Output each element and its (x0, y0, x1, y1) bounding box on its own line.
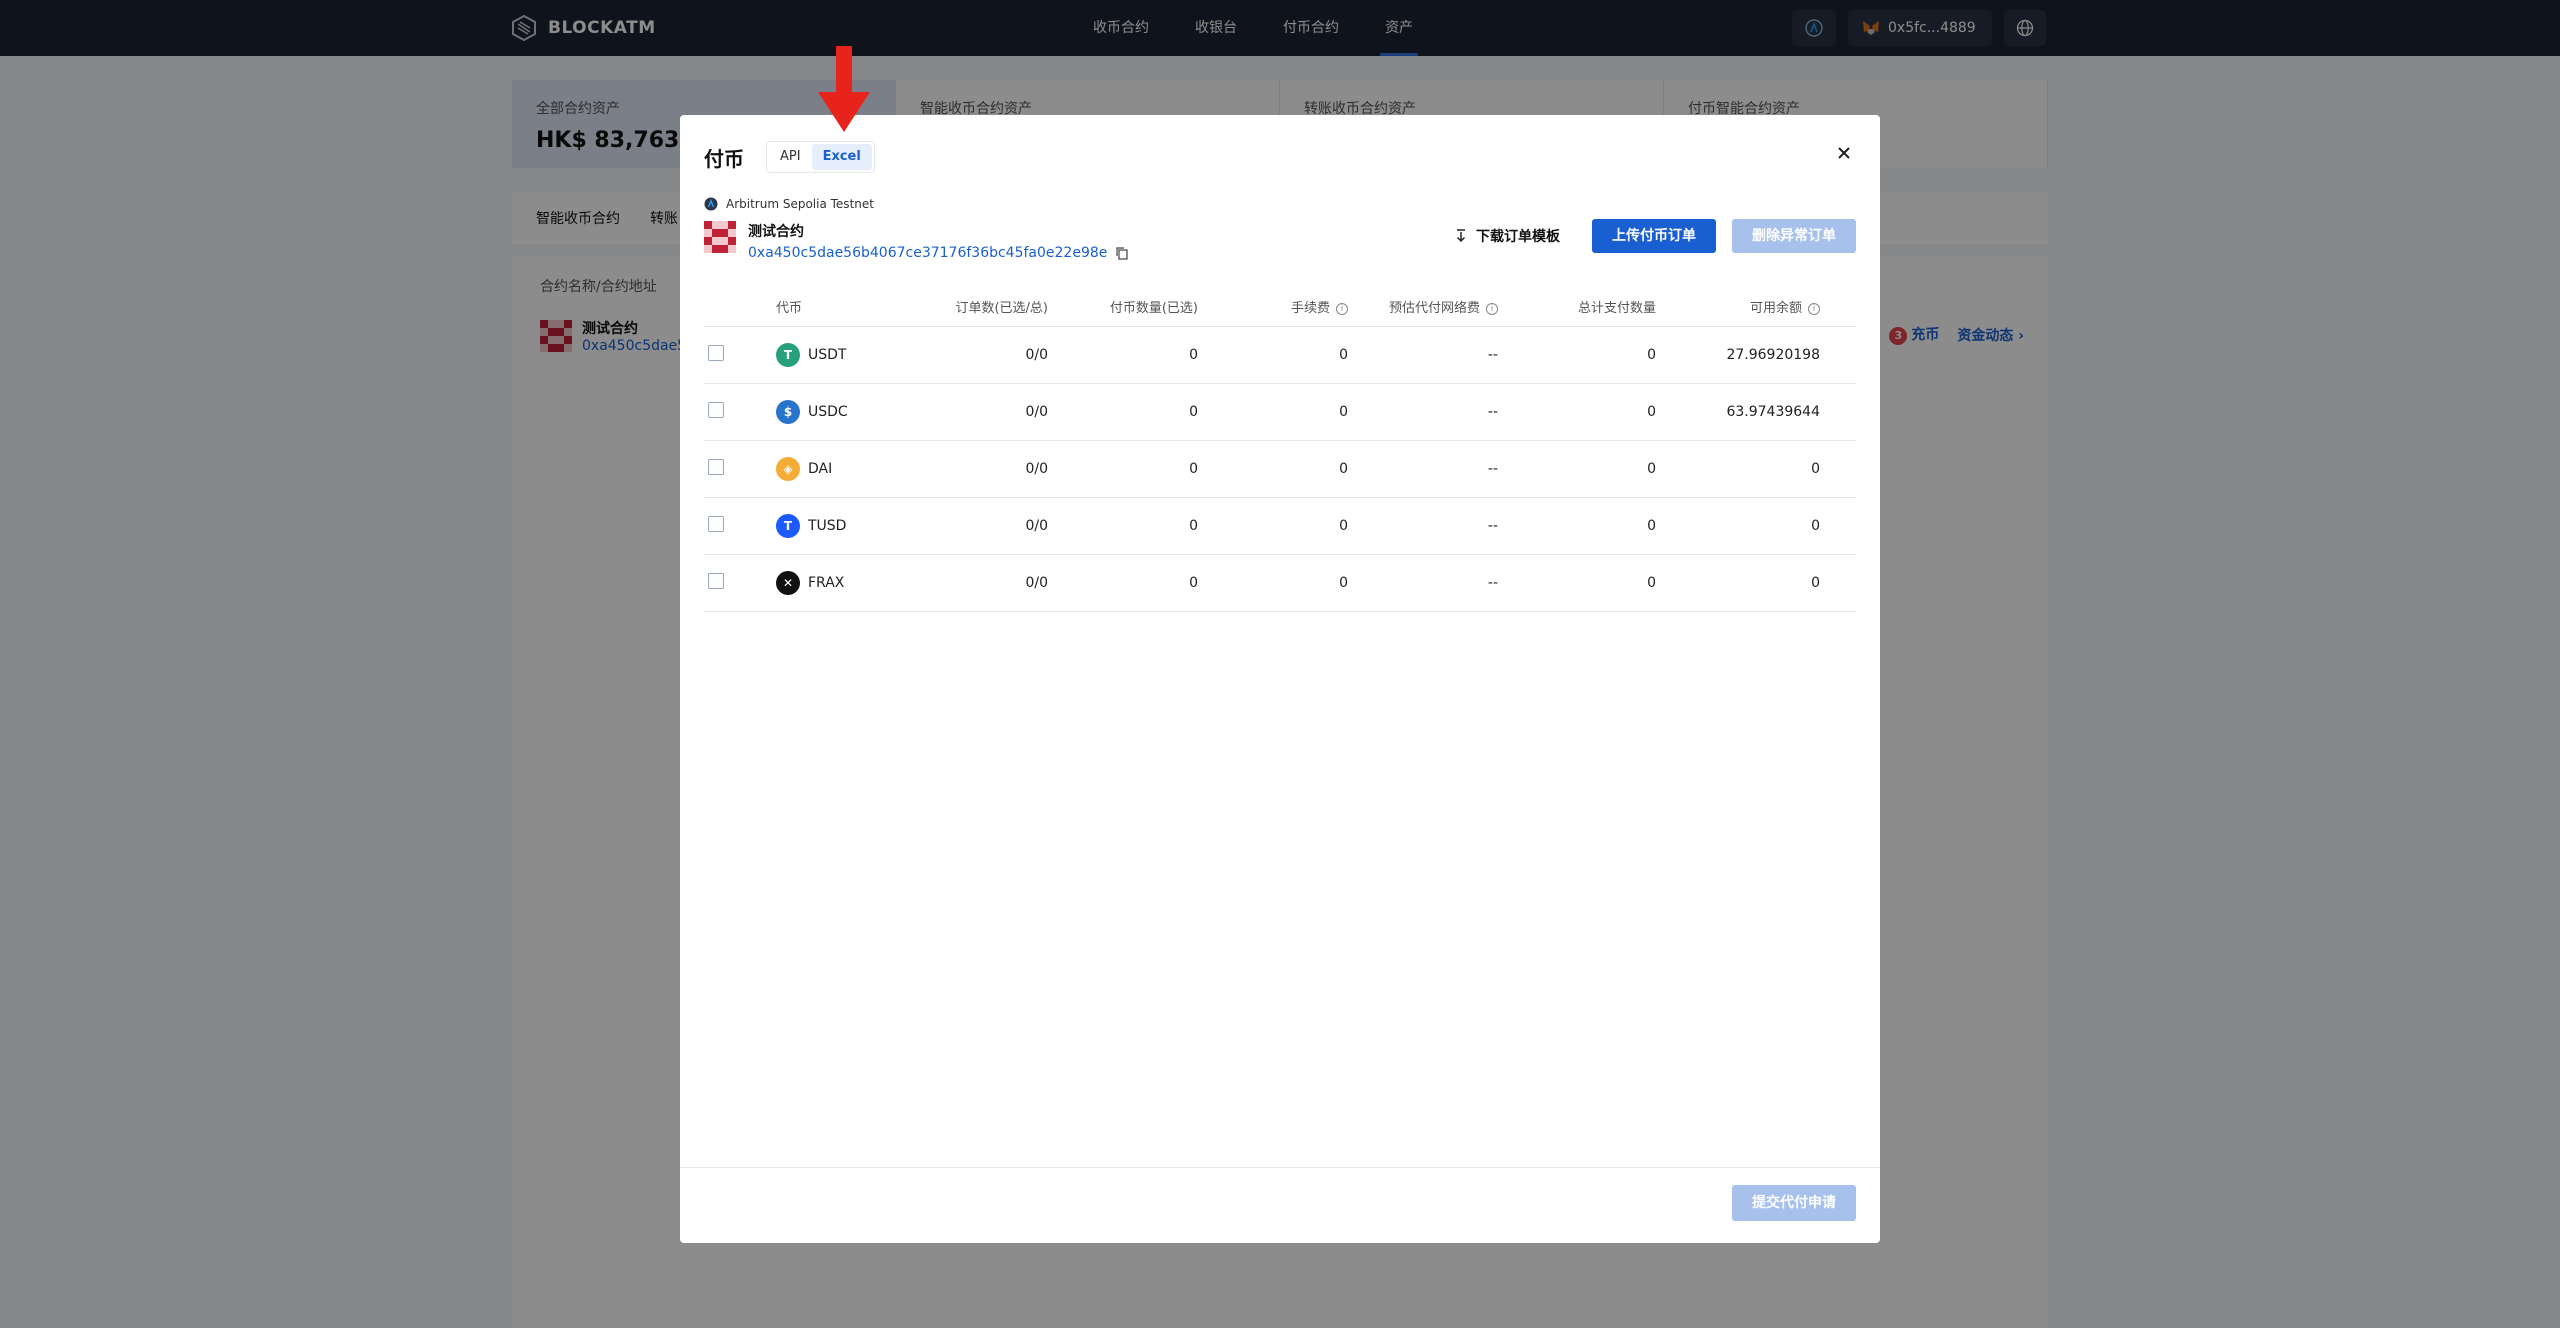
upload-orders-button[interactable]: 上传付币订单 (1592, 219, 1716, 253)
row-checkbox[interactable] (708, 573, 724, 589)
tab-excel[interactable]: Excel (811, 144, 872, 170)
cell-orders: 0/0 (1025, 575, 1048, 591)
modal-footer-divider (680, 1167, 1880, 1168)
col-amount: 付币数量(已选) (1109, 301, 1198, 316)
row-checkbox[interactable] (708, 516, 724, 532)
submit-payment-request-button[interactable]: 提交代付申请 (1732, 1185, 1856, 1221)
copy-icon[interactable] (1115, 246, 1129, 260)
contract-name: 测试合约 (748, 224, 804, 240)
token-name: USDT (808, 347, 847, 363)
cell-balance: 0 (1811, 575, 1820, 591)
row-checkbox[interactable] (708, 402, 724, 418)
row-checkbox[interactable] (708, 459, 724, 475)
delete-abnormal-orders-button[interactable]: 删除异常订单 (1732, 219, 1856, 253)
payment-modal: 付币 API Excel Arbitrum Sepolia Testnet 测试… (680, 115, 1880, 1243)
cell-amount: 0 (1189, 575, 1198, 591)
col-balance: 可用余额 (1749, 301, 1802, 316)
network-label: Arbitrum Sepolia Testnet (704, 197, 874, 211)
info-icon[interactable]: i (1486, 302, 1498, 315)
col-network-fee: 预估代付网络费 (1388, 301, 1480, 316)
tab-api[interactable]: API (769, 144, 812, 170)
info-icon[interactable]: i (1336, 302, 1348, 315)
tusd-icon: T (776, 514, 800, 538)
cell-total: 0 (1647, 518, 1656, 534)
row-checkbox[interactable] (708, 345, 724, 361)
table-row[interactable]: $ USDC 0/0 0 0 -- 0 63.97439644 (704, 384, 1856, 441)
cell-fee: 0 (1339, 404, 1348, 420)
token-name: USDC (808, 404, 848, 420)
col-orders: 订单数(已选/总) (955, 301, 1048, 316)
usdc-icon: $ (776, 400, 800, 424)
contract-address[interactable]: 0xa450c5dae56b4067ce37176f36bc45fa0e22e9… (748, 245, 1107, 261)
cell-balance: 0 (1811, 461, 1820, 477)
cell-amount: 0 (1189, 347, 1198, 363)
token-name: DAI (808, 461, 833, 477)
cell-orders: 0/0 (1025, 461, 1048, 477)
col-token: 代币 (776, 301, 803, 316)
close-button[interactable] (1832, 141, 1856, 165)
network-name: Arbitrum Sepolia Testnet (726, 197, 874, 211)
cell-orders: 0/0 (1025, 518, 1048, 534)
cell-balance: 0 (1811, 518, 1820, 534)
cell-fee: 0 (1339, 518, 1348, 534)
cell-total: 0 (1647, 404, 1656, 420)
cell-amount: 0 (1189, 518, 1198, 534)
cell-amount: 0 (1189, 461, 1198, 477)
upload-mode-tabs: API Excel (766, 141, 875, 173)
cell-amount: 0 (1189, 404, 1198, 420)
table-row[interactable]: ✕ FRAX 0/0 0 0 -- 0 0 (704, 555, 1856, 612)
col-total: 总计支付数量 (1577, 301, 1656, 316)
contract-avatar (704, 221, 736, 253)
cell-network-fee: -- (1487, 461, 1498, 477)
cell-balance: 63.97439644 (1726, 404, 1820, 420)
download-icon (1456, 229, 1466, 243)
frax-icon: ✕ (776, 571, 800, 595)
cell-fee: 0 (1339, 461, 1348, 477)
modal-actions: 下载订单模板 上传付币订单 删除异常订单 (1438, 219, 1856, 253)
download-template-button[interactable]: 下载订单模板 (1438, 219, 1576, 253)
token-name: FRAX (808, 575, 845, 591)
col-fee: 手续费 (1290, 301, 1330, 316)
cell-network-fee: -- (1487, 518, 1498, 534)
cell-total: 0 (1647, 575, 1656, 591)
modal-title: 付币 (704, 147, 744, 171)
usdt-icon: T (776, 343, 800, 367)
download-template-label: 下载订单模板 (1476, 229, 1560, 245)
cell-network-fee: -- (1487, 575, 1498, 591)
cell-fee: 0 (1339, 575, 1348, 591)
cell-total: 0 (1647, 347, 1656, 363)
cell-balance: 27.96920198 (1726, 347, 1820, 363)
table-row[interactable]: T USDT 0/0 0 0 -- 0 27.96920198 (704, 327, 1856, 384)
dai-icon: ◈ (776, 457, 800, 481)
cell-network-fee: -- (1487, 404, 1498, 420)
table-header: 代币 订单数(已选/总) 付币数量(已选) 手续费 i 预估代付网络费 i 总计支付… (704, 287, 1856, 327)
info-icon[interactable]: i (1808, 302, 1820, 315)
table-row[interactable]: ◈ DAI 0/0 0 0 -- 0 0 (704, 441, 1856, 498)
cell-total: 0 (1647, 461, 1656, 477)
arbitrum-icon (704, 197, 718, 211)
cell-orders: 0/0 (1025, 404, 1048, 420)
cell-orders: 0/0 (1025, 347, 1048, 363)
cell-fee: 0 (1339, 347, 1348, 363)
contract-info: 测试合约 0xa450c5dae56b4067ce37176f36bc45fa0… (704, 221, 1129, 261)
table-row[interactable]: T TUSD 0/0 0 0 -- 0 0 (704, 498, 1856, 555)
close-icon (1838, 147, 1850, 159)
cell-network-fee: -- (1487, 347, 1498, 363)
annotation-arrow-icon (818, 46, 870, 132)
token-name: TUSD (808, 518, 847, 534)
token-table: 代币 订单数(已选/总) 付币数量(已选) 手续费 i 预估代付网络费 i 总计支付… (704, 287, 1856, 612)
